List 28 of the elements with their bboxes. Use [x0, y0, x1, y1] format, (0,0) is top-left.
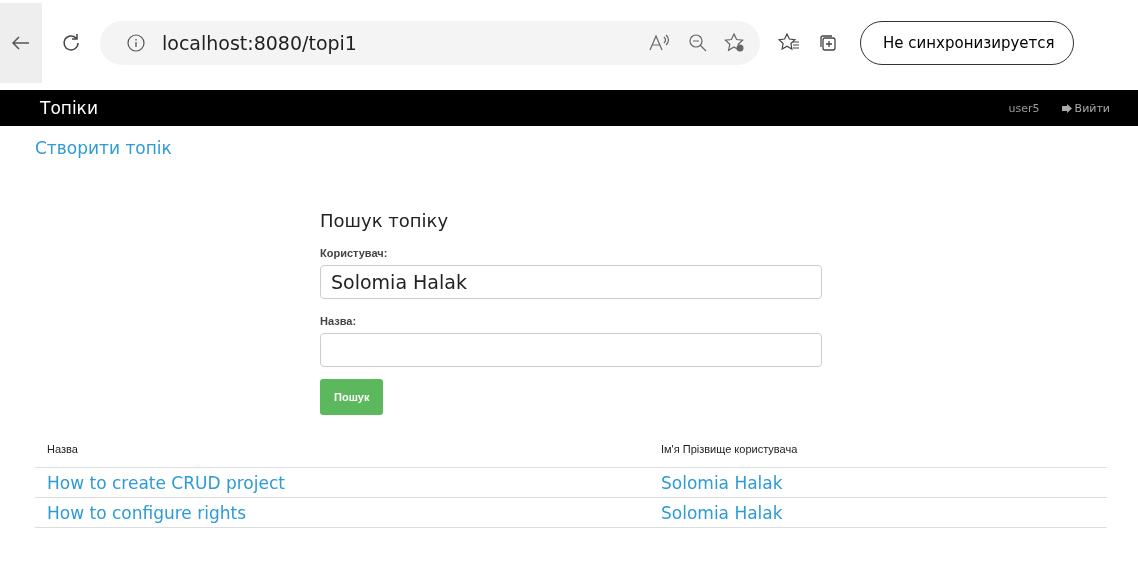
table-link[interactable]: Solomia Halak: [661, 503, 783, 523]
username: user5: [1008, 101, 1040, 115]
column-header: Назва: [35, 437, 649, 468]
table-link[interactable]: How to configure rights: [47, 503, 247, 523]
input-field[interactable]: [320, 333, 822, 367]
field-label: Назва:: [320, 315, 357, 327]
search-button[interactable]: Пошук: [320, 379, 384, 415]
table-link[interactable]: How to create CRUD project: [47, 473, 285, 493]
sync-button[interactable]: Не синхронизируется: [860, 21, 1074, 65]
column-header: Ім'я Прізвище користувача: [649, 437, 1107, 468]
url-text: localhost:8080/topi1: [162, 32, 357, 54]
collections-icon[interactable]: [818, 33, 838, 53]
logout-link[interactable]: Вийти: [1061, 101, 1110, 115]
field-label: Користувач:: [320, 247, 388, 259]
brand-title[interactable]: Топіки: [40, 98, 98, 118]
back-icon[interactable]: [11, 35, 31, 51]
create-topic-link[interactable]: Створити топік: [35, 138, 172, 158]
reload-icon[interactable]: [60, 32, 82, 54]
logout-icon[interactable]: [1061, 103, 1072, 113]
address-bar[interactable]: localhost:8080/topi1: [100, 21, 760, 65]
favorites-icon[interactable]: [778, 33, 800, 53]
input-field[interactable]: Solomia Halak: [320, 265, 822, 299]
star-add-icon[interactable]: [724, 33, 746, 53]
read-aloud-icon[interactable]: [648, 33, 672, 53]
zoom-out-icon[interactable]: [688, 33, 708, 53]
form-title: Пошук топіку: [320, 210, 449, 231]
table-link[interactable]: Solomia Halak: [661, 473, 783, 493]
info-icon[interactable]: [126, 33, 146, 53]
